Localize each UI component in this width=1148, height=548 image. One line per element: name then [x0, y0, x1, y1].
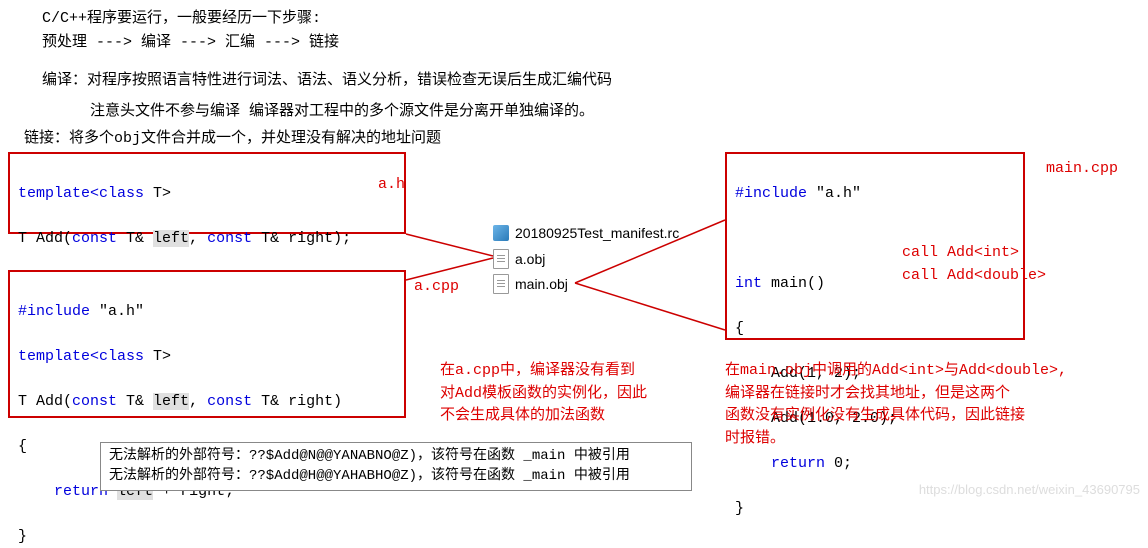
ah-right: T& right); [252, 230, 351, 247]
acpp-cb: } [18, 528, 27, 545]
intro-line2: 预处理 ---> 编译 ---> 汇编 ---> 链接 [42, 30, 339, 51]
acpp-incl: #include [18, 303, 99, 320]
error-box: 无法解析的外部符号：??$Add@N@@YANABNO@Z)，该符号在函数 _m… [100, 442, 692, 491]
acpp-const2: const [207, 393, 252, 410]
m-int: int [735, 275, 762, 292]
note-a-3: 不会生成具体的加法函数 [440, 405, 647, 428]
acpp-ob: { [18, 438, 27, 455]
obj-icon2 [493, 274, 509, 294]
m-cb: } [735, 500, 744, 517]
note-a-2: 对Add模板函数的实例化，因此 [440, 383, 647, 406]
acpp-tr1: T& [117, 393, 153, 410]
intro-compile: 编译：对程序按照语言特性进行词法、语法、语义分析，错误检查无误后生成汇编代码 [42, 68, 612, 89]
m-zero: 0; [825, 455, 852, 472]
acpp-hdr: "a.h" [99, 303, 144, 320]
ah-box: template<class T> T Add(const T& left, c… [8, 152, 406, 234]
ah-left: left [153, 230, 189, 247]
intro-line1: C/C++程序要运行，一般要经历一下步骤: [42, 6, 321, 27]
acpp-indent [18, 483, 54, 500]
ah-template2: class [99, 185, 144, 202]
ah-const1: const [72, 230, 117, 247]
acpp-add1: T Add( [18, 393, 72, 410]
maincpp-label: main.cpp [1046, 160, 1118, 177]
acpp-left1: left [153, 393, 189, 410]
note-a: 在a.cpp中，编译器没有看到 对Add模板函数的实例化，因此 不会生成具体的加… [440, 360, 647, 428]
acpp-tr2: T& right) [252, 393, 342, 410]
acpp-comma: , [189, 393, 207, 410]
file-rc-name: 20180925Test_manifest.rc [515, 225, 679, 241]
error-1: 无法解析的外部符号：??$Add@N@@YANABNO@Z)，该符号在函数 _m… [109, 447, 683, 467]
call-double: call Add<double> [902, 267, 1046, 284]
file-mainobj-name: main.obj [515, 276, 568, 292]
m-return: return [771, 455, 825, 472]
ah-comma: , [189, 230, 207, 247]
ah-const2: const [207, 230, 252, 247]
file-rc: 20180925Test_manifest.rc [493, 225, 679, 241]
acpp-tmpl: template< [18, 348, 99, 365]
watermark: https://blog.csdn.net/weixin_43690795 [919, 482, 1140, 497]
intro-note: 注意头文件不参与编译 编译器对工程中的多个源文件是分离开单独编译的。 [90, 99, 594, 120]
ah-label: a.h [378, 176, 405, 193]
m-main: main() [762, 275, 825, 292]
note-main-3: 函数没有实例化没有生成具体代码，因此链接 [725, 405, 1067, 428]
acpp-label: a.cpp [414, 278, 459, 295]
note-main: 在main.obj中调用的Add<int>与Add<double>, 编译器在链… [725, 360, 1067, 450]
error-2: 无法解析的外部符号：??$Add@H@@YAHABHO@Z)，该符号在函数 _m… [109, 467, 683, 487]
note-a-1: 在a.cpp中，编译器没有看到 [440, 360, 647, 383]
m-ob: { [735, 320, 744, 337]
acpp-box: #include "a.h" template<class T> T Add(c… [8, 270, 406, 418]
acpp-const1: const [72, 393, 117, 410]
rc-icon [493, 225, 509, 241]
acpp-t: T> [144, 348, 171, 365]
m-ind [735, 455, 771, 472]
ah-template: template< [18, 185, 99, 202]
m-hdr: "a.h" [816, 185, 861, 202]
note-main-1: 在main.obj中调用的Add<int>与Add<double>, [725, 360, 1067, 383]
obj-icon [493, 249, 509, 269]
call-int: call Add<int> [902, 244, 1019, 261]
intro-link: 链接：将多个obj文件合并成一个，并处理没有解决的地址问题 [24, 126, 441, 147]
ah-add1: T Add( [18, 230, 72, 247]
m-incl: #include [735, 185, 816, 202]
ah-template3: T> [144, 185, 171, 202]
file-aobj-name: a.obj [515, 251, 545, 267]
file-aobj: a.obj [493, 249, 545, 269]
note-main-2: 编译器在链接时才会找其地址，但是这两个 [725, 383, 1067, 406]
note-main-4: 时报错。 [725, 428, 1067, 451]
file-mainobj: main.obj [493, 274, 568, 294]
ah-tref1: T& [117, 230, 153, 247]
acpp-class: class [99, 348, 144, 365]
